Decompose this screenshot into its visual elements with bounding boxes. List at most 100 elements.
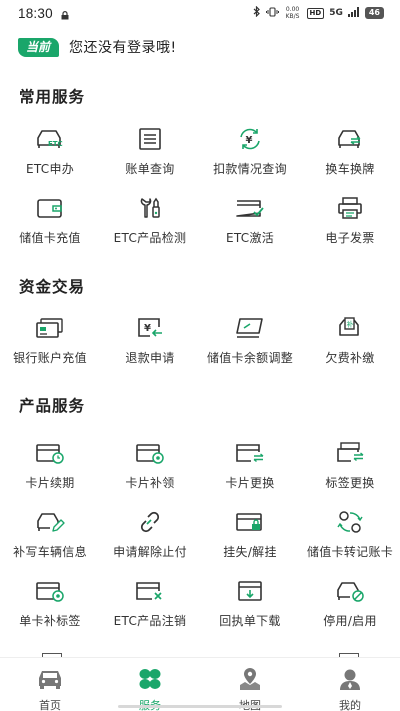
unlink-icon [135,509,165,535]
current-badge: 当前 [18,37,60,57]
user-icon [337,667,363,691]
service-label: 申请解除止付 [113,545,187,559]
service-bill-query[interactable]: 账单查询 [100,122,200,191]
products-grid: 卡片续期 卡片补领 卡片更换 标签更换 补写车辆信息 申请解除止付 挂失/解挂 … [0,436,400,643]
car-etc-icon: ETC [35,126,65,152]
wallet-icon [35,195,65,221]
home-indicator [118,705,282,708]
service-card-recharge[interactable]: 储值卡充值 [0,191,100,260]
service-bank-recharge[interactable]: 银行账户充值 [0,311,100,380]
clover-icon [137,667,163,691]
status-icons: 0.00 KB/S HD 5G 46 [253,5,384,20]
login-text[interactable]: 您还没有登录哦! [69,37,177,57]
card-tag-icon [35,578,65,604]
service-label: 回执单下载 [219,614,281,628]
login-prompt[interactable]: 当前 您还没有登录哦! [18,37,177,57]
bill-icon [135,126,165,152]
car-disable-icon [335,578,365,604]
service-etc-apply[interactable]: ETC ETC申办 [0,122,100,191]
service-unfreeze[interactable]: 申请解除止付 [100,505,200,574]
service-arrears[interactable]: 补 欠费补缴 [300,311,400,380]
signal-icon [347,6,360,20]
svg-text:¥: ¥ [246,135,253,146]
service-label: 标签更换 [325,476,375,490]
balance-adjust-icon [235,315,265,341]
card-clock-icon [35,440,65,466]
download-icon [235,578,265,604]
status-time: 18:30 [18,5,53,21]
service-disable-enable[interactable]: 停用/启用 [300,574,400,643]
bottom-nav: 首页 服务 地图 我的 [0,657,400,711]
service-card-convert[interactable]: 储值卡转记账卡 [300,505,400,574]
tag-swap-icon [335,440,365,466]
printer-icon [335,195,365,221]
arrears-icon: 补 [335,315,365,341]
service-label: 储值卡余额调整 [206,351,294,365]
car-swap-icon [335,126,365,152]
convert-icon [335,509,365,535]
service-label: 卡片补领 [125,476,175,490]
nav-label: 首页 [39,699,61,711]
nav-service[interactable]: 服务 [100,658,200,711]
service-label: 储值卡充值 [19,231,81,245]
service-card-renew[interactable]: 卡片续期 [0,436,100,505]
battery-indicator: 46 [364,7,384,19]
hd-badge: HD [306,7,325,19]
service-tag-replace[interactable]: 标签更换 [300,436,400,505]
service-label: ETC产品检测 [113,231,187,245]
bank-card-icon [35,315,65,341]
service-label: 账单查询 [125,162,175,176]
nav-mine[interactable]: 我的 [300,658,400,711]
service-label: 卡片续期 [25,476,75,490]
section-title-common: 常用服务 [19,88,86,106]
service-label: 挂失/解挂 [223,545,277,559]
funds-grid: 银行账户充值 ¥ 退款申请 储值卡余额调整 补 欠费补缴 [0,311,400,380]
section-title-products: 产品服务 [19,397,86,415]
service-refund[interactable]: ¥ 退款申请 [100,311,200,380]
svg-text:补: 补 [347,320,354,329]
svg-text:ETC: ETC [48,140,63,148]
service-report-loss[interactable]: 挂失/解挂 [200,505,300,574]
network-speed: 0.00 KB/S [285,6,300,20]
service-card-reissue[interactable]: 卡片补领 [100,436,200,505]
service-car-swap[interactable]: 换车换牌 [300,122,400,191]
lock-icon [61,9,69,19]
card-swap-icon [235,440,265,466]
service-label: 储值卡转记账卡 [306,545,394,559]
service-etc-cancel[interactable]: ETC产品注销 [100,574,200,643]
service-label: 扣款情况查询 [213,162,287,176]
service-label: ETC激活 [225,231,275,245]
service-label: 电子发票 [325,231,375,245]
service-card-replace[interactable]: 卡片更换 [200,436,300,505]
car-home-icon [37,667,63,691]
service-etc-activate[interactable]: ETC激活 [200,191,300,260]
car-edit-icon [35,509,65,535]
service-vehicle-info[interactable]: 补写车辆信息 [0,505,100,574]
card-plus-icon [135,440,165,466]
card-check-icon [235,195,265,221]
map-pin-icon [237,667,263,691]
service-label: 银行账户充值 [13,351,87,365]
status-bar: 18:30 0.00 KB/S HD 5G 46 [0,0,400,26]
service-label: ETC产品注销 [113,614,187,628]
service-receipt-download[interactable]: 回执单下载 [200,574,300,643]
nav-home[interactable]: 首页 [0,658,100,711]
service-label: ETC申办 [25,162,75,176]
service-etc-detect[interactable]: ETC产品检测 [100,191,200,260]
vibrate-icon [265,6,279,20]
common-services-grid: ETC ETC申办 账单查询 ¥ 扣款情况查询 换车换牌 储值卡充值 ETC产品… [0,122,400,260]
service-label: 换车换牌 [325,162,375,176]
service-deduction-query[interactable]: ¥ 扣款情况查询 [200,122,300,191]
service-add-tag[interactable]: 单卡补标签 [0,574,100,643]
nav-map[interactable]: 地图 [200,658,300,711]
service-label: 卡片更换 [225,476,275,490]
card-lock-icon [235,509,265,535]
nav-label: 地图 [239,697,261,711]
service-label: 欠费补缴 [325,351,375,365]
card-cancel-icon [135,578,165,604]
service-e-invoice[interactable]: 电子发票 [300,191,400,260]
service-balance-adjust[interactable]: 储值卡余额调整 [200,311,300,380]
service-label: 退款申请 [125,351,175,365]
section-title-funds: 资金交易 [19,278,86,296]
bluetooth-icon [253,5,261,20]
